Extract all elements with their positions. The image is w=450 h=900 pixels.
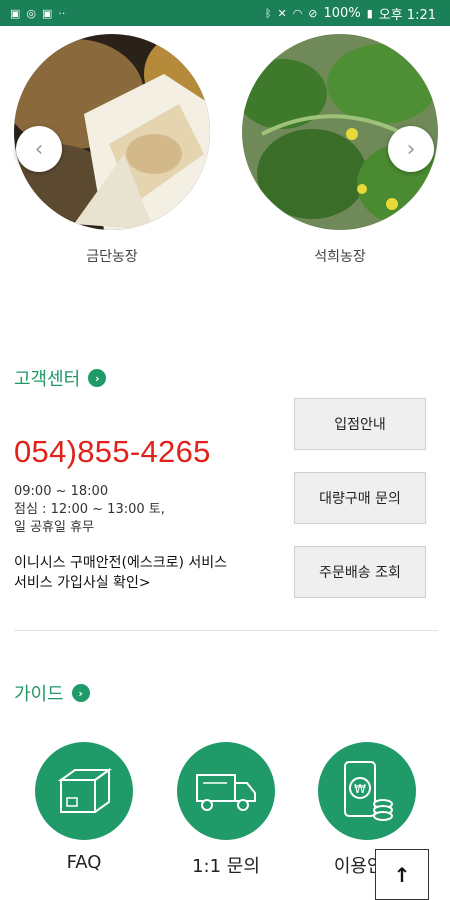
customer-center-label: 고객센터: [14, 369, 81, 390]
escrow-line-1: 이니시스 구매안전(에스크로) 서비스: [14, 555, 228, 571]
more-dots-icon: ··: [58, 6, 66, 20]
chevron-right-icon: ›: [406, 136, 416, 162]
phone-number[interactable]: 054)855-4265: [14, 434, 211, 470]
wifi-icon: ◠: [292, 6, 303, 20]
battery-icon: ▮: [366, 6, 373, 20]
faq-label[interactable]: FAQ: [14, 852, 154, 873]
bluetooth-icon: ᛒ: [264, 6, 272, 20]
status-bar-left: ▣ ◎ ▣ ··: [10, 8, 65, 19]
carousel-prev-button[interactable]: ‹: [16, 126, 62, 172]
status-bar: ▣ ◎ ▣ ·· ᛒ ✕ ◠ ⊘ 100% ▮ 오후 1:21: [0, 0, 450, 26]
bulk-purchase-button[interactable]: 대량구매 문의: [294, 472, 426, 524]
faq-button[interactable]: [35, 742, 133, 840]
battery-level: 100%: [323, 5, 361, 21]
farm-name-1[interactable]: 금단농장: [14, 246, 210, 266]
guide-label: 가이드: [14, 684, 64, 705]
truck-icon: [196, 774, 256, 811]
svg-text:₩: ₩: [354, 782, 366, 796]
photo-icon: ▣: [42, 6, 53, 20]
escrow-line-2: 서비스 가입사실 확인>: [14, 575, 151, 591]
farm-name-2[interactable]: 석희농장: [242, 246, 438, 266]
chevron-right-circle-icon: ›: [71, 684, 90, 702]
usage-guide-button[interactable]: ₩: [318, 742, 416, 840]
carousel-next-button[interactable]: ›: [388, 126, 434, 172]
no-data-icon: ⊘: [308, 6, 318, 20]
gallery-icon: ▣: [10, 6, 21, 20]
hours-line: 09:00 ~ 18:00: [14, 484, 109, 499]
clock: 오후 1:21: [378, 7, 436, 23]
lunch-hours-line: 점심 : 12:00 ~ 13:00 토,: [14, 502, 165, 517]
order-tracking-button[interactable]: 주문배송 조회: [294, 546, 426, 598]
customer-center-title[interactable]: 고객센터 ›: [14, 365, 107, 391]
store-entry-button[interactable]: 입점안내: [294, 398, 426, 450]
section-divider: [14, 630, 438, 631]
inquiry-label[interactable]: 1:1 문의: [156, 852, 296, 878]
box-icon: [57, 768, 113, 813]
arrow-up-icon: ↑: [393, 862, 411, 887]
whatsapp-icon: ◎: [26, 6, 37, 20]
chevron-left-icon: ‹: [34, 136, 44, 162]
inquiry-button[interactable]: [177, 742, 275, 840]
chevron-right-circle-icon: ›: [88, 369, 107, 387]
holiday-line: 일 공휴일 휴무: [14, 520, 95, 535]
scroll-to-top-button[interactable]: ↑: [375, 849, 429, 900]
escrow-notice[interactable]: 이니시스 구매안전(에스크로) 서비스 서비스 가입사실 확인>: [14, 553, 284, 593]
phone-coin-icon: ₩: [344, 761, 393, 821]
business-hours: 09:00 ~ 18:00 점심 : 12:00 ~ 13:00 토, 일 공휴…: [14, 483, 264, 537]
guide-title[interactable]: 가이드 ›: [14, 680, 90, 706]
status-bar-right: ᛒ ✕ ◠ ⊘ 100% ▮ 오후 1:21: [265, 4, 436, 23]
mute-icon: ✕: [277, 6, 287, 20]
